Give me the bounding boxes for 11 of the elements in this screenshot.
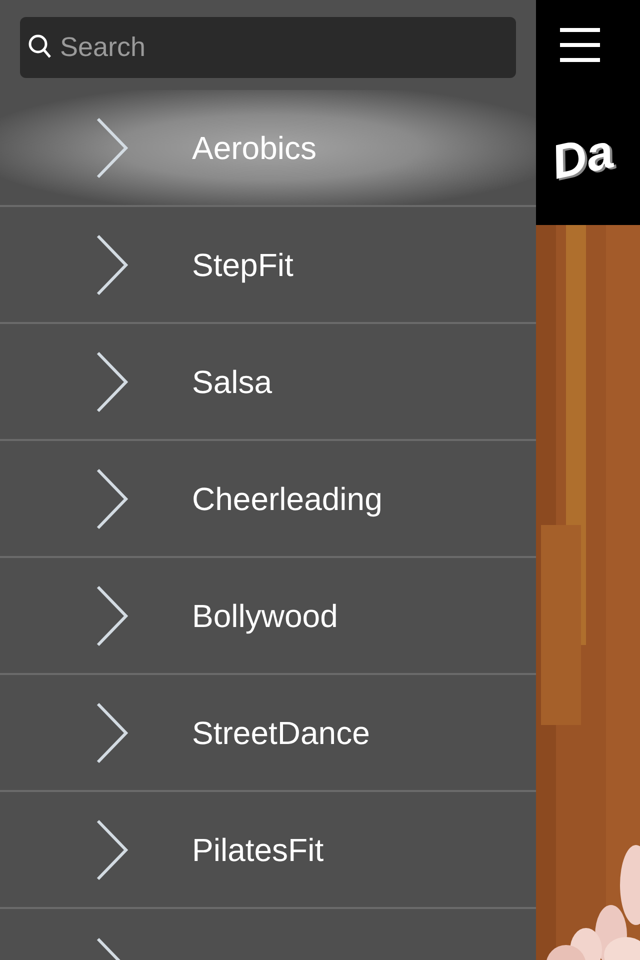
search-icon [28, 34, 52, 60]
chevron-right-icon [96, 350, 128, 412]
chevron-right-icon [96, 818, 128, 880]
chevron-right-icon [96, 116, 128, 178]
search-field[interactable]: Search [20, 17, 516, 78]
chevron-right-icon [96, 234, 128, 296]
chevron-right-icon [96, 584, 128, 646]
chevron-right-icon [96, 702, 128, 764]
logo: Da [548, 128, 618, 188]
chevron-right-icon [96, 468, 128, 530]
menu-icon[interactable] [560, 28, 600, 62]
